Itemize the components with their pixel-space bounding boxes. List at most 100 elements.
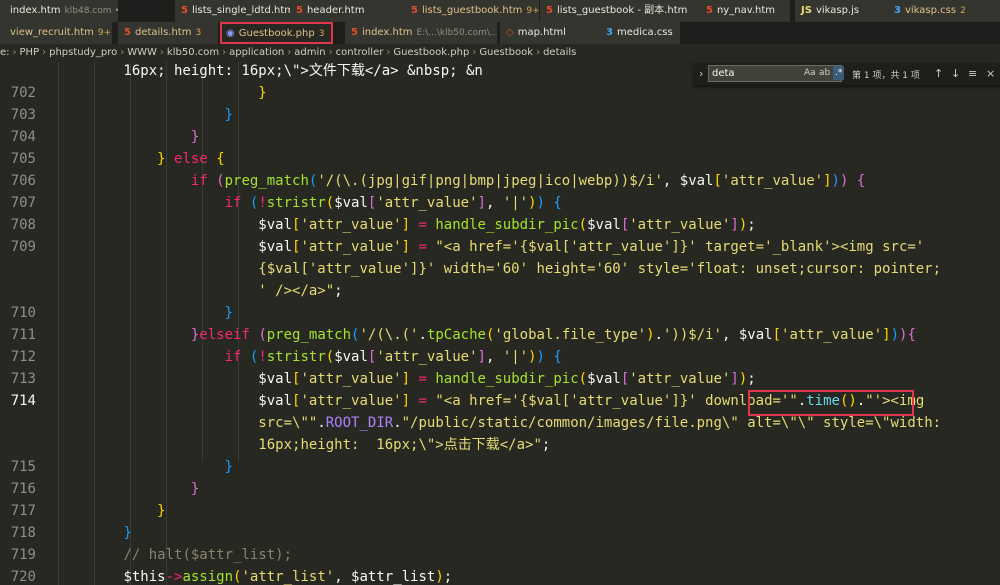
- code-line[interactable]: $val['attr_value'] = handle_subdir_pic($…: [56, 214, 755, 236]
- code-token: }: [190, 481, 200, 497]
- code-token: $val: [587, 217, 621, 233]
- breadcrumb-item[interactable]: klb50.com: [167, 47, 219, 58]
- code-line[interactable]: $val['attr_value'] = handle_subdir_pic($…: [56, 368, 755, 390]
- code-line[interactable]: ' /></a>";: [56, 280, 342, 302]
- tab-lists-guestbook-htm[interactable]: 5 lists_guestbook - 副本.htm: [540, 0, 701, 22]
- find-in-selection-icon[interactable]: ≡: [968, 67, 977, 80]
- code-line[interactable]: }: [56, 126, 199, 148]
- next-match-icon[interactable]: ↓: [951, 67, 960, 80]
- code-line[interactable]: $this->assign('attr_list', $attr_list);: [56, 566, 452, 585]
- tab-label: ny_nav.htm: [716, 5, 776, 16]
- tab-problem-count: 3: [195, 28, 202, 38]
- breadcrumb-item[interactable]: Guestbook: [479, 47, 533, 58]
- toggle-replace-chevron-icon[interactable]: ›: [699, 67, 703, 80]
- line-number: 715: [10, 459, 36, 475]
- breadcrumb-item[interactable]: admin: [294, 47, 325, 58]
- tab-path: klb48.com • template\...: [64, 6, 118, 16]
- code-token: =: [418, 239, 427, 255]
- tab-index-htm[interactable]: 5index.htmE:\...\klb50.com\...8: [345, 22, 498, 44]
- tab-ny-nav-htm[interactable]: 5 ny_nav.htm: [700, 0, 791, 22]
- js-file-icon: JS: [801, 5, 812, 16]
- code-line[interactable]: 16px; height: 16px;\">文件下载</a> &nbsp; &n: [56, 62, 482, 82]
- line-number: 710: [10, 305, 36, 321]
- code-token: }: [157, 503, 166, 519]
- code-line[interactable]: if (preg_match('/(\.(jpg|gif|png|bmp|jpe…: [56, 170, 865, 192]
- php-file-icon: ◉: [226, 28, 235, 39]
- code-line[interactable]: 16px;height: 16px;\">点击下载</a>";: [56, 434, 550, 456]
- tab-guestbook-php[interactable]: ◉Guestbook.php3 ×: [220, 22, 333, 44]
- line-number: 719: [10, 547, 36, 563]
- code-line[interactable]: }: [56, 82, 266, 104]
- line-number: 720: [10, 569, 36, 585]
- code-line[interactable]: }: [56, 302, 233, 324]
- tab-details-htm[interactable]: 5 details.htm 3: [118, 22, 219, 44]
- breadcrumb-item[interactable]: e:: [0, 47, 10, 58]
- code-editor[interactable]: 702 703 704 705 706 707 708 709 710 711 712 713 714 7…: [0, 62, 1000, 585]
- previous-match-icon[interactable]: ↑: [934, 67, 943, 80]
- code-line[interactable]: } else {: [56, 148, 224, 170]
- breadcrumb-separator-icon: ›: [159, 47, 164, 58]
- code-token: $val: [334, 349, 368, 365]
- code-line[interactable]: }: [56, 104, 233, 126]
- code-token: [: [772, 327, 782, 343]
- tab-vikasp-css[interactable]: 3 vikasp.css 2: [888, 0, 1000, 22]
- line-number: 712: [10, 349, 36, 365]
- breadcrumb-item[interactable]: application: [229, 47, 284, 58]
- code-token: ,: [485, 195, 503, 211]
- code-line[interactable]: }elseif (preg_match('/(\.('.tpCache('glo…: [56, 324, 916, 346]
- code-line[interactable]: }: [56, 478, 199, 500]
- code-line[interactable]: }: [56, 522, 131, 544]
- close-find-icon[interactable]: ×: [986, 67, 995, 80]
- code-token: ,: [485, 349, 503, 365]
- close-tab-icon[interactable]: ×: [330, 26, 332, 39]
- tab-bar-row-2: view_recruit.htm 9+ 5 details.htm 3 ◉ Guestboo…: [0, 22, 1000, 44]
- tab-index-htm[interactable]: index.htmklb48.com • template\...: [0, 0, 119, 22]
- tab-problem-count: 3: [318, 29, 325, 39]
- code-token: .: [418, 327, 427, 343]
- tab-label: header.htm: [306, 5, 365, 16]
- line-number: 702: [10, 85, 36, 101]
- code-token: "<a href='{$val['attr_value']}' download…: [435, 393, 798, 409]
- code-token: 'attr_value': [721, 173, 824, 189]
- breadcrumb-item[interactable]: Guestbook.php: [393, 47, 469, 58]
- code-area[interactable]: 16px; height: 16px;\">文件下载</a> &nbsp; &n…: [56, 62, 1000, 585]
- breadcrumb-separator-icon: ›: [386, 47, 391, 58]
- code-line[interactable]: $val['attr_value'] = "<a href='{$val['at…: [56, 236, 924, 258]
- code-token: src=\"": [258, 415, 318, 431]
- line-number: 713: [10, 371, 36, 387]
- line-number: 706: [10, 173, 36, 189]
- match-whole-word-icon[interactable]: ab: [819, 68, 830, 78]
- tab-map-html[interactable]: ◇ map.html: [500, 22, 601, 44]
- tab-vikasp-js[interactable]: JS vikasp.js: [795, 0, 889, 22]
- code-line[interactable]: if (!stristr($val['attr_value'], '|')) {: [56, 192, 562, 214]
- breadcrumb-item[interactable]: WWW: [127, 47, 157, 58]
- tab-view-recruit-htm[interactable]: view_recruit.htm 9+: [0, 22, 113, 44]
- tab-label: lists_guestbook.htm: [421, 5, 523, 16]
- breadcrumb-item[interactable]: phpstudy_pro: [49, 47, 117, 58]
- code-line[interactable]: }: [56, 456, 233, 478]
- code-token: ->: [165, 569, 183, 585]
- breadcrumb-separator-icon: ›: [287, 47, 292, 58]
- code-line[interactable]: {$val['attr_value']}' width='60' height=…: [56, 258, 941, 280]
- breadcrumb-item[interactable]: details: [543, 47, 576, 58]
- breadcrumb-item[interactable]: PHP: [20, 47, 40, 58]
- code-token: ): [646, 327, 655, 343]
- code-token: [: [620, 371, 630, 387]
- code-token: 'attr_value': [629, 217, 731, 233]
- code-line[interactable]: }: [56, 500, 166, 522]
- code-token: ]: [823, 173, 832, 189]
- match-case-icon[interactable]: Aa: [804, 68, 816, 78]
- code-line[interactable]: // halt($attr_list);: [56, 544, 292, 566]
- tab-lists-single-ldtd-htm[interactable]: 5 lists_single_ldtd.htm: [175, 0, 294, 22]
- code-token: 'attr_value': [300, 371, 402, 387]
- use-regex-icon[interactable]: .*: [833, 66, 845, 80]
- code-token: ,: [334, 569, 352, 585]
- breadcrumb-item[interactable]: controller: [336, 47, 384, 58]
- tab-label: view_recruit.htm: [10, 27, 94, 38]
- tab-medica-css[interactable]: 3 medica.css: [600, 22, 681, 44]
- code-line[interactable]: if (!stristr($val['attr_value'], '|')) {: [56, 346, 562, 368]
- tab-lists-guestbook-htm[interactable]: 5 lists_guestbook.htm 9+: [405, 0, 540, 22]
- tab-header-htm[interactable]: 5 header.htm: [290, 0, 407, 22]
